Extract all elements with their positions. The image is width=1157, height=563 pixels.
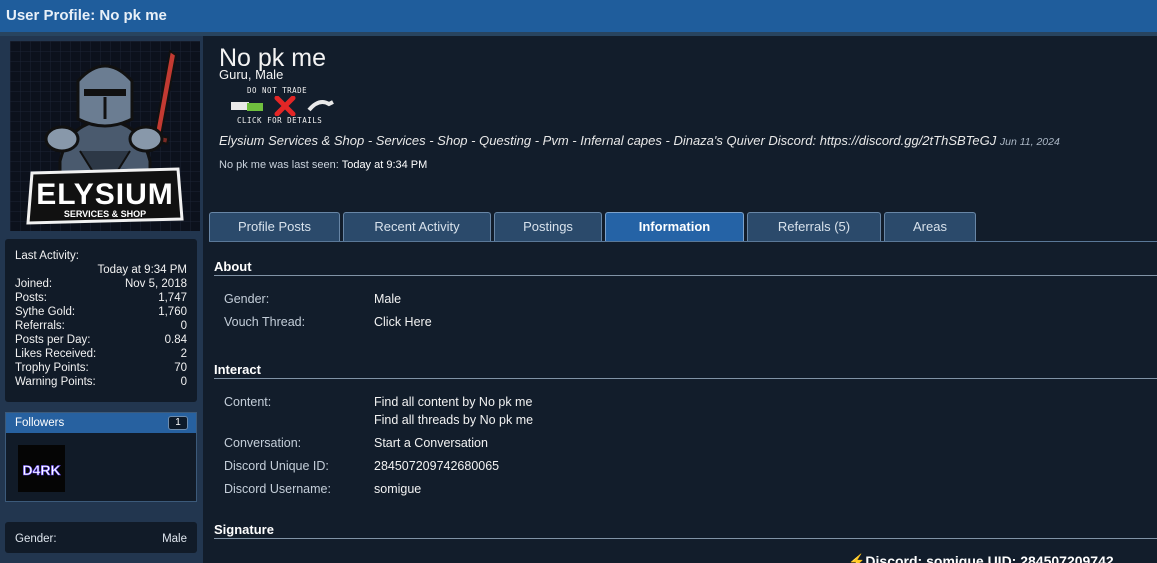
signature-heading: Signature (214, 522, 274, 537)
signature-divider (214, 538, 1157, 539)
member-stats: Last Activity: Today at 9:34 PM Joined: N… (5, 239, 197, 402)
do-not-trade-badge[interactable]: DO NOT TRADE CLICK FOR DETAILS (229, 84, 334, 126)
page-header: User Profile: No pk me (0, 0, 1157, 32)
last-seen-label: No pk me was last seen: (219, 159, 339, 171)
tab-profile-posts[interactable]: Profile Posts (209, 212, 340, 242)
discord-username-value: somigue (374, 482, 422, 496)
followers-header: Followers 1 (6, 413, 196, 433)
gender-label: Gender: (224, 292, 270, 306)
followers-box: Followers 1 D4RK (5, 412, 197, 502)
tab-information[interactable]: Information (605, 212, 744, 242)
user-avatar[interactable]: ELYSIUM SERVICES & SHOP (10, 41, 200, 231)
stat-row: Likes Received: 2 (15, 348, 187, 360)
profile-main: No pk me Guru, Male DO NOT TRADE CLICK F… (203, 36, 1157, 563)
follower-avatar-text: D4RK (22, 462, 60, 478)
stat-row: Posts per Day: 0.84 (15, 334, 187, 346)
profile-status: Elysium Services & Shop - Services - Sho… (219, 133, 1060, 148)
sidebar-gender: Gender: Male (5, 522, 197, 553)
about-heading: About (214, 259, 252, 274)
badge-bottom-text: CLICK FOR DETAILS (237, 116, 323, 125)
discord-id-value: 284507209742680065 (374, 459, 500, 473)
stat-row: Joined: Nov 5, 2018 (15, 278, 187, 290)
followers-count-badge[interactable]: 1 (168, 416, 188, 430)
last-seen-value: Today at 9:34 PM (341, 159, 428, 171)
vouch-thread-link[interactable]: Click Here (374, 315, 432, 329)
stat-row: Warning Points: 0 (15, 376, 187, 388)
stat-row: Posts: 1,747 (15, 292, 187, 304)
interact-heading: Interact (214, 362, 261, 377)
tab-referrals[interactable]: Referrals (5) (747, 212, 881, 242)
badge-top-text: DO NOT TRADE (247, 86, 308, 95)
tab-postings[interactable]: Postings (494, 212, 602, 242)
stat-row: Referrals: 0 (15, 320, 187, 332)
tab-recent-activity[interactable]: Recent Activity (343, 212, 491, 242)
discord-id-label: Discord Unique ID: (224, 459, 329, 473)
start-conversation-link[interactable]: Start a Conversation (374, 436, 488, 450)
stat-row: Sythe Gold: 1,760 (15, 306, 187, 318)
about-divider (214, 275, 1157, 276)
signature-text: ⚡Discord: somigue UID: 284507209742 (848, 553, 1114, 563)
interact-divider (214, 378, 1157, 379)
stat-row: Last Activity: (15, 250, 79, 262)
status-text: Elysium Services & Shop - Services - Sho… (219, 133, 997, 148)
tab-underline (209, 241, 1157, 242)
vouch-thread-label: Vouch Thread: (224, 315, 306, 329)
conversation-label: Conversation: (224, 436, 302, 450)
status-date[interactable]: Jun 11, 2024 (1000, 136, 1060, 148)
stat-row: Today at 9:34 PM (97, 264, 188, 276)
logo-brand-text: ELYSIUM (36, 178, 174, 211)
discord-username-label: Discord Username: (224, 482, 331, 496)
dark-logo-icon: D4RK (18, 445, 65, 492)
profile-user-title: Guru, Male (219, 67, 284, 82)
sidebar-gender-value: Male (162, 533, 187, 545)
logo-tagline-text: SERVICES & SHOP (64, 209, 146, 219)
content-label: Content: (224, 395, 272, 409)
find-content-link[interactable]: Find all content by No pk me (374, 395, 532, 409)
knight-logo-icon: ELYSIUM SERVICES & SHOP (10, 41, 200, 231)
profile-sidebar: ELYSIUM SERVICES & SHOP Last Activity: T… (0, 36, 203, 563)
last-seen: No pk me was last seen: Today at 9:34 PM (219, 159, 427, 171)
gender-value: Male (374, 292, 402, 306)
page-title: User Profile: No pk me (6, 7, 167, 24)
no-trade-icon (231, 96, 334, 116)
followers-title: Followers (15, 417, 65, 429)
find-threads-link[interactable]: Find all threads by No pk me (374, 413, 533, 427)
tab-areas[interactable]: Areas (884, 212, 976, 242)
sidebar-gender-label: Gender: (15, 533, 57, 545)
stat-row: Trophy Points: 70 (15, 362, 187, 374)
follower-avatar[interactable]: D4RK (18, 445, 65, 492)
